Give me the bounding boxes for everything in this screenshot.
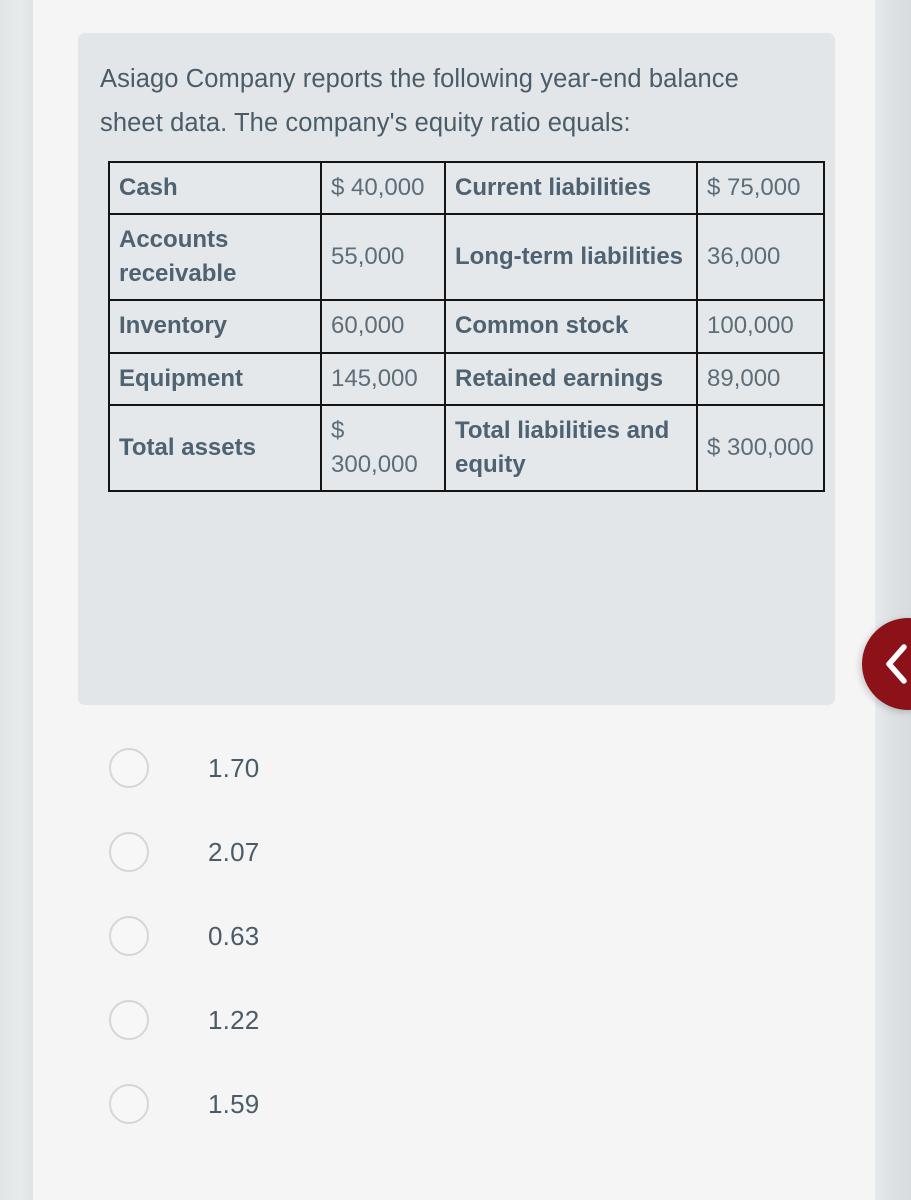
table-row: Cash $ 40,000 Current liabilities $ 75,0…: [108, 161, 825, 216]
claim-label: Long-term liabilities: [444, 213, 698, 302]
option-row-2[interactable]: 2.07: [66, 810, 908, 894]
option-row-3[interactable]: 0.63: [66, 894, 908, 978]
asset-label: Accounts receivable: [108, 213, 322, 302]
claim-value: $ 75,000: [696, 161, 825, 216]
asset-label: Cash: [108, 161, 322, 216]
option-label-3: 0.63: [208, 920, 260, 951]
page-root: Asiago Company reports the following yea…: [0, 0, 911, 1200]
claim-label: Current liabilities: [444, 161, 698, 216]
asset-value: $ 40,000: [320, 161, 446, 216]
radio-button-5[interactable]: [109, 1084, 149, 1124]
asset-label: Equipment: [108, 351, 322, 406]
asset-label: Inventory: [108, 299, 322, 354]
asset-value: 145,000: [320, 351, 446, 406]
option-row-5[interactable]: 1.59: [66, 1062, 908, 1146]
table-row: Inventory 60,000 Common stock 100,000: [108, 299, 825, 354]
question-panel: Asiago Company reports the following yea…: [78, 33, 835, 705]
option-label-1: 1.70: [208, 752, 260, 783]
asset-value: 55,000: [320, 213, 446, 302]
content-card: Asiago Company reports the following yea…: [33, 0, 875, 1200]
asset-value: 60,000: [320, 299, 446, 354]
claim-value: $ 300,000: [696, 403, 825, 492]
claim-label: Retained earnings: [444, 351, 698, 406]
radio-button-3[interactable]: [109, 916, 149, 956]
option-label-2: 2.07: [208, 836, 260, 867]
option-label-5: 1.59: [208, 1088, 260, 1119]
radio-button-4[interactable]: [109, 1000, 149, 1040]
option-row-4[interactable]: 1.22: [66, 978, 908, 1062]
table-row: Equipment 145,000 Retained earnings 89,0…: [108, 351, 825, 406]
claim-value: 100,000: [696, 299, 825, 354]
claim-label: Total liabilities and equity: [444, 403, 698, 492]
radio-button-2[interactable]: [109, 832, 149, 872]
balance-sheet-table: Cash $ 40,000 Current liabilities $ 75,0…: [108, 161, 825, 492]
radio-button-1[interactable]: [109, 748, 149, 788]
answer-options-list: 1.70 2.07 0.63 1.22 1.59: [66, 726, 908, 1146]
claim-value: 89,000: [696, 351, 825, 406]
claim-label: Common stock: [444, 299, 698, 354]
left-page-gutter: [0, 0, 33, 1200]
option-row-1[interactable]: 1.70: [66, 726, 908, 810]
claim-value: 36,000: [696, 213, 825, 302]
chevron-left-icon: [886, 644, 907, 684]
asset-value: $ 300,000: [320, 403, 446, 492]
option-label-4: 1.22: [208, 1004, 260, 1035]
question-text: Asiago Company reports the following yea…: [100, 65, 739, 138]
table-row: Accounts receivable 55,000 Long-term lia…: [108, 213, 825, 302]
asset-label: Total assets: [108, 403, 322, 492]
table-row: Total assets $ 300,000 Total liabilities…: [108, 403, 825, 492]
